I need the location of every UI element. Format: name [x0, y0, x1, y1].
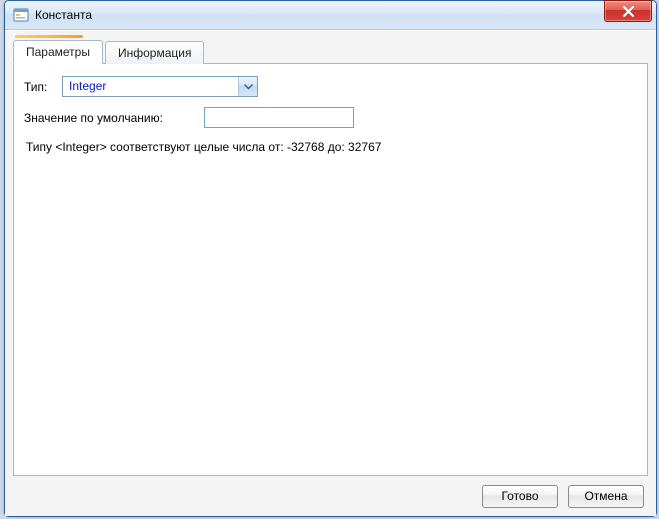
tab-info-label: Информация — [118, 46, 191, 60]
close-icon — [623, 6, 634, 17]
tab-strip: Параметры Информация — [5, 31, 656, 64]
type-combobox-value: Integer — [63, 77, 238, 96]
tab-page-params: Тип: Integer Значение по умолчанию: Типу… — [13, 64, 648, 476]
app-icon — [13, 7, 29, 23]
cancel-button[interactable]: Отмена — [568, 485, 644, 508]
ok-button[interactable]: Готово — [482, 485, 558, 508]
tab-params[interactable]: Параметры — [13, 40, 103, 64]
button-bar: Готово Отмена — [5, 476, 656, 516]
close-button[interactable] — [604, 0, 652, 22]
client-area: Параметры Информация Тип: Integer — [5, 30, 656, 516]
row-type: Тип: Integer — [24, 76, 637, 97]
default-value-input[interactable] — [204, 107, 354, 128]
type-combobox[interactable]: Integer — [62, 76, 258, 97]
dialog-window: Константа Параметры Информация Тип: — [4, 0, 657, 517]
tab-params-label: Параметры — [26, 45, 90, 59]
type-combobox-button[interactable] — [238, 77, 257, 96]
chevron-down-icon — [244, 84, 253, 90]
default-label: Значение по умолчанию: — [24, 111, 194, 125]
tab-info[interactable]: Информация — [105, 41, 204, 64]
titlebar[interactable]: Константа — [5, 1, 656, 30]
row-default: Значение по умолчанию: — [24, 107, 637, 128]
type-description: Типу <Integer> соответствуют целые числа… — [24, 138, 637, 154]
ok-button-label: Готово — [501, 489, 538, 503]
accent-bar — [15, 35, 83, 38]
cancel-button-label: Отмена — [584, 489, 627, 503]
type-label: Тип: — [24, 80, 52, 94]
window-title: Константа — [35, 1, 92, 29]
